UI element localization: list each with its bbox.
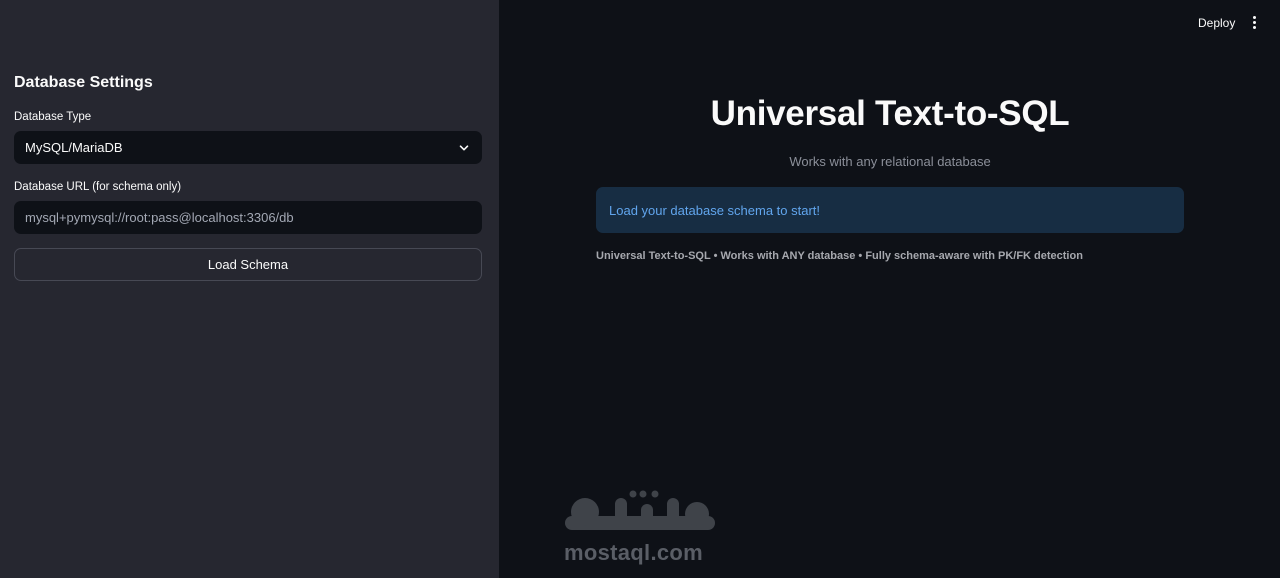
mostaql-watermark-logo xyxy=(565,490,715,530)
database-type-select[interactable]: MySQL/MariaDB xyxy=(14,131,482,164)
sidebar-title: Database Settings xyxy=(14,74,153,91)
mostaql-watermark-text: mostaql.com xyxy=(564,540,703,565)
app-root: Database Settings Database Type MySQL/Ma… xyxy=(0,0,1280,578)
deploy-button[interactable]: Deploy xyxy=(1190,14,1243,32)
database-type-label: Database Type xyxy=(14,111,92,123)
chevron-down-icon xyxy=(458,142,470,154)
page-subtitle: Works with any relational database xyxy=(789,154,991,169)
more-vertical-icon[interactable] xyxy=(1247,14,1261,30)
load-schema-button[interactable]: Load Schema xyxy=(14,248,482,281)
sidebar: Database Settings Database Type MySQL/Ma… xyxy=(0,0,499,578)
database-type-selected-value: MySQL/MariaDB xyxy=(25,140,123,155)
footer-caption: Universal Text-to-SQL • Works with ANY d… xyxy=(596,250,1083,262)
info-alert: Load your database schema to start! xyxy=(596,187,1184,233)
database-url-input[interactable] xyxy=(14,201,482,234)
database-url-label: Database URL (for schema only) xyxy=(14,181,182,193)
page-title: Universal Text-to-SQL xyxy=(710,94,1070,133)
info-alert-text: Load your database schema to start! xyxy=(609,202,821,218)
